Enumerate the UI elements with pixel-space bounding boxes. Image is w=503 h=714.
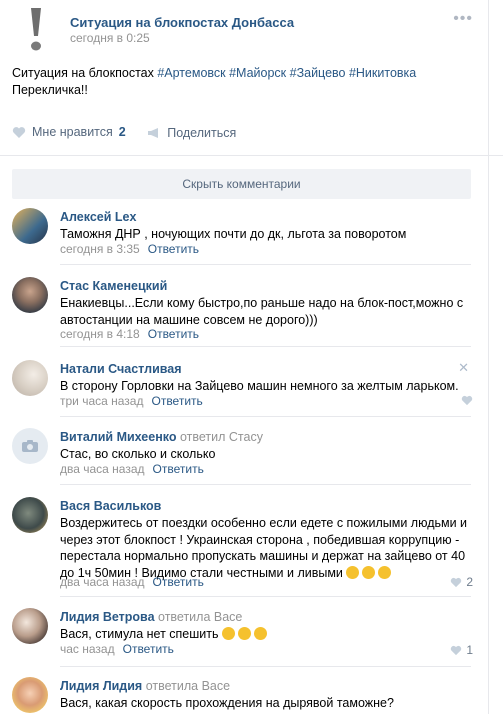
avatar[interactable] bbox=[12, 428, 48, 464]
replied-to[interactable]: ответил Стасу bbox=[180, 430, 263, 444]
comment-time[interactable]: два часа назад bbox=[60, 462, 145, 476]
post-time[interactable]: сегодня в 0:25 bbox=[70, 31, 150, 45]
post-text-plain: Ситуация на блокпостах bbox=[12, 66, 158, 80]
replied-to[interactable]: ответила Васе bbox=[158, 610, 242, 624]
post-title[interactable]: Ситуация на блокпостах Донбасса bbox=[70, 15, 294, 30]
post-actions: Мне нравится 2 Поделиться bbox=[12, 125, 254, 145]
avatar[interactable] bbox=[12, 497, 48, 533]
comment-time[interactable]: три часа назад bbox=[60, 394, 143, 408]
avatar[interactable] bbox=[12, 677, 48, 713]
reply-link[interactable]: Ответить bbox=[151, 394, 202, 408]
reply-link[interactable]: Ответить bbox=[148, 242, 199, 256]
divider bbox=[60, 484, 471, 485]
like-count: 2 bbox=[466, 575, 473, 589]
share-button[interactable]: Поделиться bbox=[147, 126, 236, 140]
avatar[interactable] bbox=[12, 277, 48, 313]
heart-icon bbox=[451, 577, 462, 587]
like-count: 1 bbox=[466, 643, 473, 657]
comment-author[interactable]: Лидия Ветрова ответила Васе bbox=[60, 610, 242, 624]
comment-time[interactable]: сегодня в 4:18 bbox=[60, 327, 140, 341]
divider bbox=[60, 416, 471, 417]
comment-author[interactable]: Лидия Лидия ответила Васе bbox=[60, 679, 230, 693]
more-menu-icon[interactable]: ••• bbox=[453, 10, 473, 28]
reply-link[interactable]: Ответить bbox=[153, 462, 204, 476]
comment-meta: два часа назад Ответить bbox=[60, 575, 204, 589]
reply-link[interactable]: Ответить bbox=[148, 327, 199, 341]
replied-to[interactable]: ответила Васе bbox=[146, 679, 230, 693]
reply-link[interactable]: Ответить bbox=[153, 575, 204, 589]
exclamation-logo-icon[interactable] bbox=[22, 6, 50, 54]
smile-emoji-icon bbox=[253, 627, 267, 640]
smile-emoji-icon bbox=[345, 565, 359, 579]
comment-time[interactable]: час назад bbox=[60, 642, 115, 656]
divider bbox=[60, 264, 471, 265]
divider bbox=[0, 155, 503, 156]
avatar[interactable] bbox=[12, 208, 48, 244]
divider bbox=[60, 666, 471, 667]
post-header: Ситуация на блокпостах Донбасса сегодня … bbox=[0, 0, 503, 60]
comment-time[interactable]: два часа назад bbox=[60, 575, 145, 589]
smile-emoji-icon bbox=[237, 627, 251, 640]
heart-icon bbox=[451, 645, 462, 655]
scroll-edge bbox=[488, 0, 489, 714]
comment-like-button[interactable]: 2 bbox=[450, 575, 473, 589]
comment-author[interactable]: Натали Счастливая bbox=[60, 362, 182, 376]
post-text-line2: Перекличка!! bbox=[12, 83, 88, 97]
like-label: Мне нравится bbox=[32, 125, 113, 139]
comment-text: Вася, какая скорость прохождения на дыря… bbox=[60, 696, 394, 710]
comment-time[interactable]: сегодня в 3:35 bbox=[60, 242, 140, 256]
close-icon[interactable]: ✕ bbox=[458, 360, 469, 376]
comment-meta: час назад Ответить bbox=[60, 642, 174, 656]
comment-text: Таможня ДНР , ночующих почти до дк, льго… bbox=[60, 227, 407, 241]
comment-author[interactable]: Вася Васильков bbox=[60, 499, 161, 513]
comment-meta: три часа назад Ответить bbox=[60, 394, 203, 408]
comment-text: Вася, стимула нет спешить bbox=[60, 626, 470, 643]
like-button[interactable]: Мне нравится 2 bbox=[12, 125, 126, 139]
comment-meta: сегодня в 4:18 Ответить bbox=[60, 327, 199, 341]
heart-icon bbox=[12, 126, 26, 138]
comment-meta: сегодня в 3:35 Ответить bbox=[60, 242, 199, 256]
like-count: 2 bbox=[118, 125, 126, 139]
comment-like-button[interactable] bbox=[461, 395, 473, 406]
comment-text: Енакиевцы...Если кому быстро,по раньше н… bbox=[60, 296, 464, 327]
divider bbox=[60, 346, 471, 347]
comment-author[interactable]: Алексей Lex bbox=[60, 210, 136, 224]
avatar[interactable] bbox=[12, 608, 48, 644]
comment-like-button[interactable]: 1 bbox=[450, 643, 473, 657]
comment-text: Стас, во сколько и сколько bbox=[60, 447, 216, 461]
post-hashtags[interactable]: #Артемовск #Майорск #Зайцево #Никитовка bbox=[157, 66, 416, 80]
share-label: Поделиться bbox=[167, 125, 237, 140]
comment-author[interactable]: Стас Каменецкий bbox=[60, 279, 167, 293]
smile-emoji-icon bbox=[221, 627, 235, 640]
post-text: Ситуация на блокпостах #Артемовск #Майор… bbox=[12, 65, 482, 99]
smile-emoji-icon bbox=[377, 565, 391, 579]
heart-icon bbox=[461, 395, 473, 406]
comment-text: Воздержитесь от поездки особенно если ед… bbox=[60, 516, 468, 580]
divider bbox=[60, 596, 471, 597]
camera-icon bbox=[22, 440, 38, 452]
smile-emoji-icon bbox=[361, 565, 375, 579]
comment-meta: два часа назад Ответить bbox=[60, 462, 204, 476]
hide-comments-button[interactable]: Скрыть комментарии bbox=[12, 169, 471, 199]
comment-author[interactable]: Виталий Михеенко ответил Стасу bbox=[60, 430, 263, 444]
avatar[interactable] bbox=[12, 360, 48, 396]
reply-link[interactable]: Ответить bbox=[123, 642, 174, 656]
megaphone-icon bbox=[148, 127, 159, 138]
comment-text: В сторону Горловки на Зайцево машин немн… bbox=[60, 379, 459, 393]
